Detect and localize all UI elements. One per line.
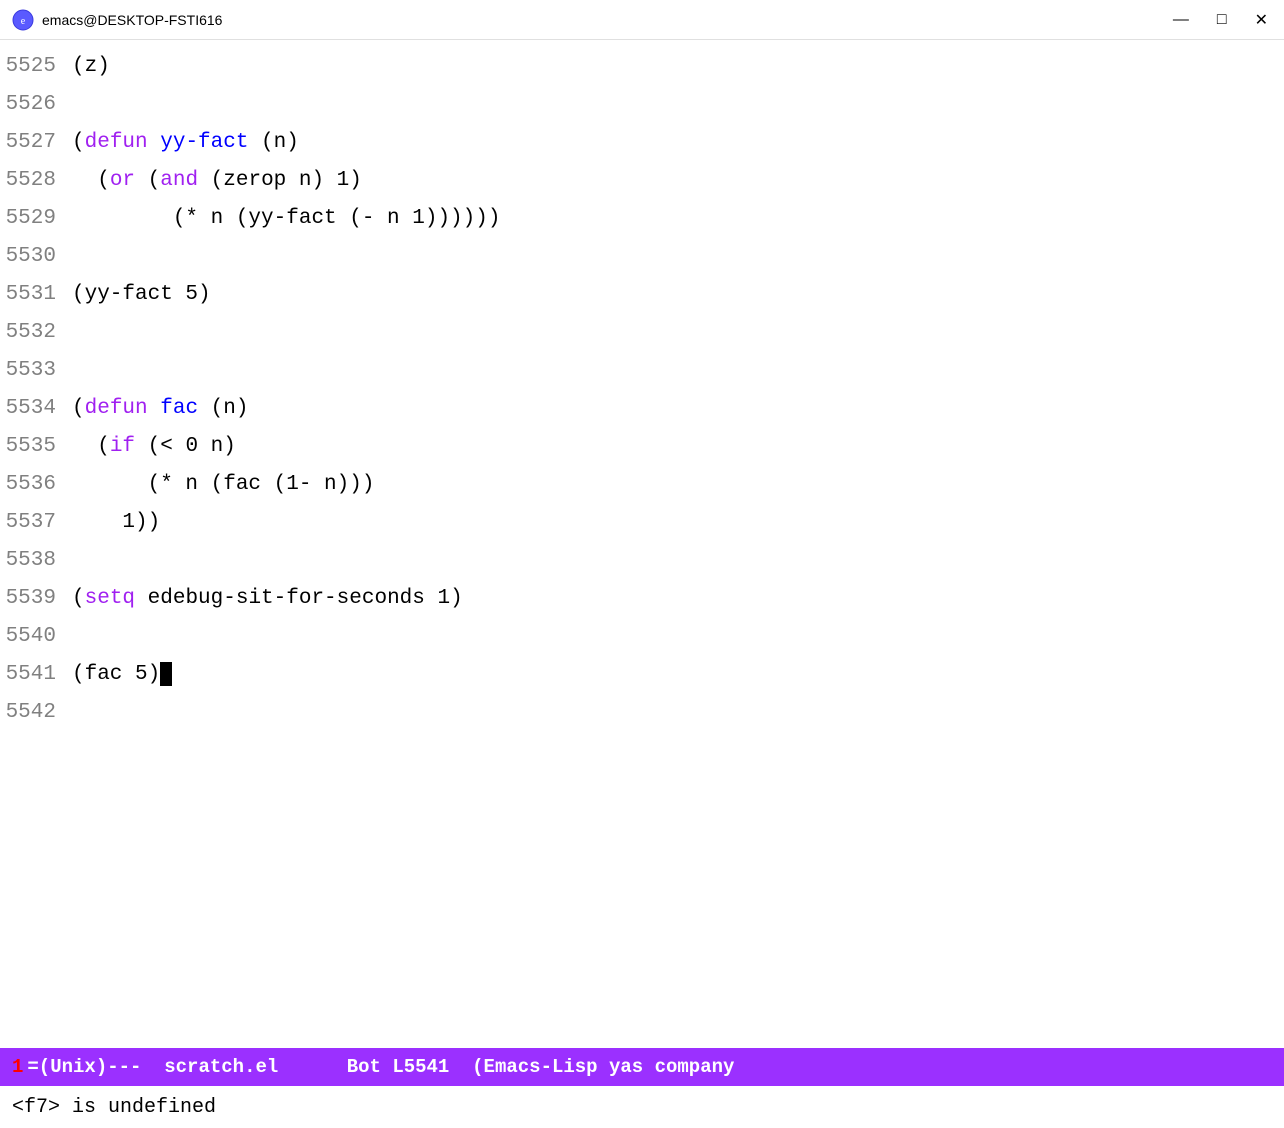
line-number: 5537	[0, 504, 72, 542]
table-row: 5528 (or (and (zerop n) 1)	[0, 162, 1284, 200]
window-title: emacs@DESKTOP-FSTI616	[42, 12, 1169, 28]
status-bar: 1 =(Unix)--- scratch.el Bot L5541 (Emacs…	[0, 1048, 1284, 1086]
emacs-window: e emacs@DESKTOP-FSTI616 — □ ✕ 5525(z)552…	[0, 0, 1284, 1128]
table-row: 5527(defun yy-fact (n)	[0, 124, 1284, 162]
line-number: 5529	[0, 200, 72, 238]
table-row: 5540	[0, 618, 1284, 656]
status-mode-info: =(Unix)---	[27, 1056, 141, 1078]
line-content: (if (< 0 n)	[72, 428, 236, 466]
table-row: 5529 (* n (yy-fact (- n 1))))))	[0, 200, 1284, 238]
table-row: 5532	[0, 314, 1284, 352]
line-number: 5525	[0, 48, 72, 86]
line-number: 5535	[0, 428, 72, 466]
line-number: 5540	[0, 618, 72, 656]
table-row: 5534(defun fac (n)	[0, 390, 1284, 428]
line-content: (defun fac (n)	[72, 390, 248, 428]
line-number: 5530	[0, 238, 72, 276]
table-row: 5533	[0, 352, 1284, 390]
window-controls: — □ ✕	[1169, 8, 1272, 32]
table-row: 5541(fac 5)	[0, 656, 1284, 694]
line-number: 5527	[0, 124, 72, 162]
line-content: (or (and (zerop n) 1)	[72, 162, 362, 200]
text-cursor	[160, 662, 172, 686]
line-number: 5528	[0, 162, 72, 200]
line-number: 5541	[0, 656, 72, 694]
table-row: 5535 (if (< 0 n)	[0, 428, 1284, 466]
status-line-number: 1	[12, 1056, 23, 1078]
line-number: 5526	[0, 86, 72, 124]
line-content: (setq edebug-sit-for-seconds 1)	[72, 580, 463, 618]
table-row: 5525(z)	[0, 48, 1284, 86]
emacs-icon: e	[12, 9, 34, 31]
minimize-button[interactable]: —	[1169, 9, 1193, 31]
line-number: 5531	[0, 276, 72, 314]
status-buffer-name: scratch.el	[164, 1056, 278, 1078]
status-content: =(Unix)--- scratch.el Bot L5541 (Emacs-L…	[27, 1056, 1272, 1078]
table-row: 5530	[0, 238, 1284, 276]
code-editor[interactable]: 5525(z)55265527(defun yy-fact (n)5528 (o…	[0, 40, 1284, 1048]
line-number: 5532	[0, 314, 72, 352]
status-modes: (Emacs-Lisp yas company	[472, 1056, 734, 1078]
line-number: 5542	[0, 694, 72, 732]
echo-message: <f7> is undefined	[12, 1096, 216, 1119]
line-content: (yy-fact 5)	[72, 276, 211, 314]
close-button[interactable]: ✕	[1251, 8, 1272, 32]
line-content: 1))	[72, 504, 160, 542]
line-content: (* n (fac (1- n)))	[72, 466, 374, 504]
line-content: (defun yy-fact (n)	[72, 124, 299, 162]
table-row: 5542	[0, 694, 1284, 732]
table-row: 5537 1))	[0, 504, 1284, 542]
status-line-col: L5541	[392, 1056, 449, 1078]
table-row: 5536 (* n (fac (1- n)))	[0, 466, 1284, 504]
line-content: (z)	[72, 48, 110, 86]
line-content: (* n (yy-fact (- n 1))))))	[72, 200, 500, 238]
title-bar: e emacs@DESKTOP-FSTI616 — □ ✕	[0, 0, 1284, 40]
svg-text:e: e	[21, 16, 26, 27]
maximize-button[interactable]: □	[1213, 9, 1231, 31]
line-content: (fac 5)	[72, 656, 172, 694]
table-row: 5526	[0, 86, 1284, 124]
echo-area: <f7> is undefined	[0, 1086, 1284, 1128]
line-number: 5538	[0, 542, 72, 580]
line-number: 5539	[0, 580, 72, 618]
line-number: 5536	[0, 466, 72, 504]
table-row: 5531(yy-fact 5)	[0, 276, 1284, 314]
table-row: 5539(setq edebug-sit-for-seconds 1)	[0, 580, 1284, 618]
status-position: Bot	[347, 1056, 381, 1078]
line-number: 5533	[0, 352, 72, 390]
table-row: 5538	[0, 542, 1284, 580]
line-number: 5534	[0, 390, 72, 428]
